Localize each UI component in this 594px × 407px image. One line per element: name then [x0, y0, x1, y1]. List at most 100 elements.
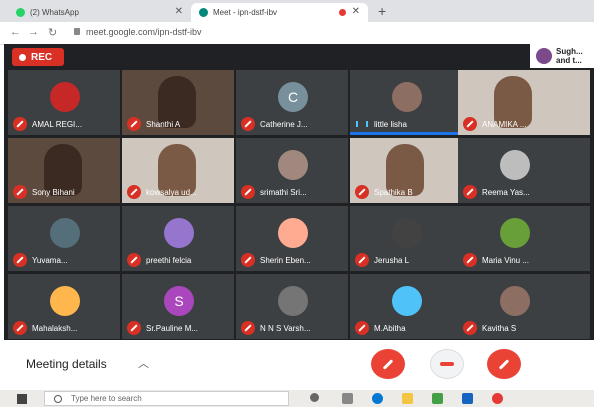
avatar: S [164, 286, 194, 316]
participant-tile[interactable]: Maria Vinu ... [458, 206, 590, 271]
task-view-icon[interactable] [342, 393, 353, 404]
close-tab-icon[interactable]: ✕ [352, 6, 360, 17]
participant-tile[interactable]: M.Abitha [350, 274, 462, 339]
mail-icon[interactable] [462, 393, 473, 404]
file-explorer-icon[interactable] [402, 393, 413, 404]
chevron-up-icon[interactable]: ︿ [138, 355, 149, 371]
store-icon[interactable] [432, 393, 443, 404]
camera-toggle-button[interactable] [487, 349, 521, 379]
leave-call-button[interactable] [430, 349, 464, 379]
tab-whatsapp[interactable]: (2) WhatsApp ✕ [8, 3, 191, 22]
avatar [278, 150, 308, 180]
participant-name: Jerusha L [374, 256, 410, 265]
meeting-controls: Meeting details ︿ [0, 340, 594, 390]
participant-tile[interactable]: ANAMIKA ... [458, 70, 590, 135]
edge-icon[interactable] [372, 393, 383, 404]
participant-tile[interactable]: Shanthi A [122, 70, 234, 135]
back-icon[interactable]: ← [10, 26, 21, 38]
participant-name: kowsalya ud... [146, 188, 197, 197]
recording-label: REC [31, 51, 53, 63]
participant-name: srimathi Sri... [260, 188, 307, 197]
meeting-details-button[interactable]: Meeting details [26, 357, 107, 371]
tab-title: Meet - ipn-dstf-ibv [213, 8, 278, 17]
participant-tile[interactable]: Kavitha S [458, 274, 590, 339]
participant-name: Sony Bihani [32, 188, 75, 197]
taskbar-search[interactable]: Type here to search [44, 391, 289, 406]
tab-meet[interactable]: Meet - ipn-dstf-ibv ✕ [191, 3, 368, 22]
cortana-icon[interactable] [310, 393, 319, 402]
participant-tile[interactable]: N N S Varsh... [236, 274, 348, 339]
participant-tile[interactable]: little lisha [350, 70, 462, 135]
participant-name: Mahalaksh... [32, 324, 78, 333]
participant-tile[interactable]: Spathika B [350, 138, 462, 203]
mic-muted-icon [13, 185, 27, 199]
record-icon [19, 53, 26, 61]
participant-name: ANAMIKA ... [482, 120, 527, 129]
recording-indicator-icon [339, 9, 346, 16]
participant-name: AMAL REGI... [32, 120, 82, 129]
hang-up-icon [440, 362, 454, 366]
camera-off-icon [498, 358, 510, 370]
participant-tile[interactable]: Reema Yas... [458, 138, 590, 203]
participant-name: Catherine J... [260, 120, 308, 129]
participant-name: preethi felcia [146, 256, 192, 265]
participant-tile[interactable]: Jerusha L [350, 206, 462, 271]
mic-muted-icon [127, 253, 141, 267]
mic-muted-icon [13, 321, 27, 335]
avatar [392, 218, 422, 248]
participant-tile[interactable]: Mahalaksh... [8, 274, 120, 339]
participant-tile[interactable]: AMAL REGI... [8, 70, 120, 135]
participant-tile[interactable]: Sony Bihani [8, 138, 120, 203]
participant-tile[interactable]: kowsalya ud... [122, 138, 234, 203]
mic-muted-icon [127, 321, 141, 335]
participant-tile[interactable]: S Sr.Pauline M... [122, 274, 234, 339]
speaking-indicator-icon [356, 121, 368, 127]
windows-start-icon[interactable] [17, 394, 27, 404]
participant-name: M.Abitha [374, 324, 406, 333]
new-tab-button[interactable]: + [378, 3, 386, 19]
mic-muted-icon [241, 185, 255, 199]
participant-tile[interactable]: preethi felcia [122, 206, 234, 271]
lock-icon [74, 28, 80, 35]
participant-tile[interactable]: srimathi Sri... [236, 138, 348, 203]
url-field[interactable]: meet.google.com/ipn-dstf-ibv [86, 27, 202, 37]
presenter-panel[interactable]: Sugh... and t... [530, 44, 594, 68]
mic-muted-icon [463, 185, 477, 199]
participant-tile[interactable]: C Catherine J... [236, 70, 348, 135]
mic-muted-icon [241, 117, 255, 131]
avatar [392, 286, 422, 316]
close-tab-icon[interactable]: ✕ [175, 6, 183, 17]
search-input[interactable]: Type here to search [71, 394, 142, 403]
avatar [164, 218, 194, 248]
meeting-grid: REC Sugh... and t... AMAL REGI... Shanthi… [4, 44, 594, 340]
search-icon [54, 395, 62, 403]
reload-icon[interactable]: ↻ [48, 26, 57, 39]
participant-name: Shanthi A [146, 120, 181, 129]
participant-name: N N S Varsh... [260, 324, 311, 333]
avatar [500, 150, 530, 180]
avatar [536, 48, 552, 64]
participant-name: Sherin Eben... [260, 256, 311, 265]
microphone-toggle-button[interactable] [371, 349, 405, 379]
participant-name: Reema Yas... [482, 188, 530, 197]
mic-muted-icon [463, 321, 477, 335]
recording-button[interactable]: REC [12, 48, 64, 66]
chrome-icon[interactable] [492, 393, 503, 404]
mic-muted-icon [13, 117, 27, 131]
participant-name: Sr.Pauline M... [146, 324, 199, 333]
mic-muted-icon [355, 321, 369, 335]
tab-title: (2) WhatsApp [30, 8, 79, 17]
forward-icon[interactable]: → [28, 26, 39, 38]
participant-tile[interactable]: Yuvama... [8, 206, 120, 271]
avatar [278, 286, 308, 316]
avatar [50, 218, 80, 248]
avatar [392, 82, 422, 112]
participant-name: little lisha [374, 120, 407, 129]
participant-tile[interactable]: Sherin Eben... [236, 206, 348, 271]
participant-name: Maria Vinu ... [482, 256, 529, 265]
avatar [50, 286, 80, 316]
address-bar: ← → ↻ meet.google.com/ipn-dstf-ibv [0, 22, 594, 45]
mic-muted-icon [241, 253, 255, 267]
mic-muted-icon [355, 185, 369, 199]
mic-muted-icon [127, 117, 141, 131]
